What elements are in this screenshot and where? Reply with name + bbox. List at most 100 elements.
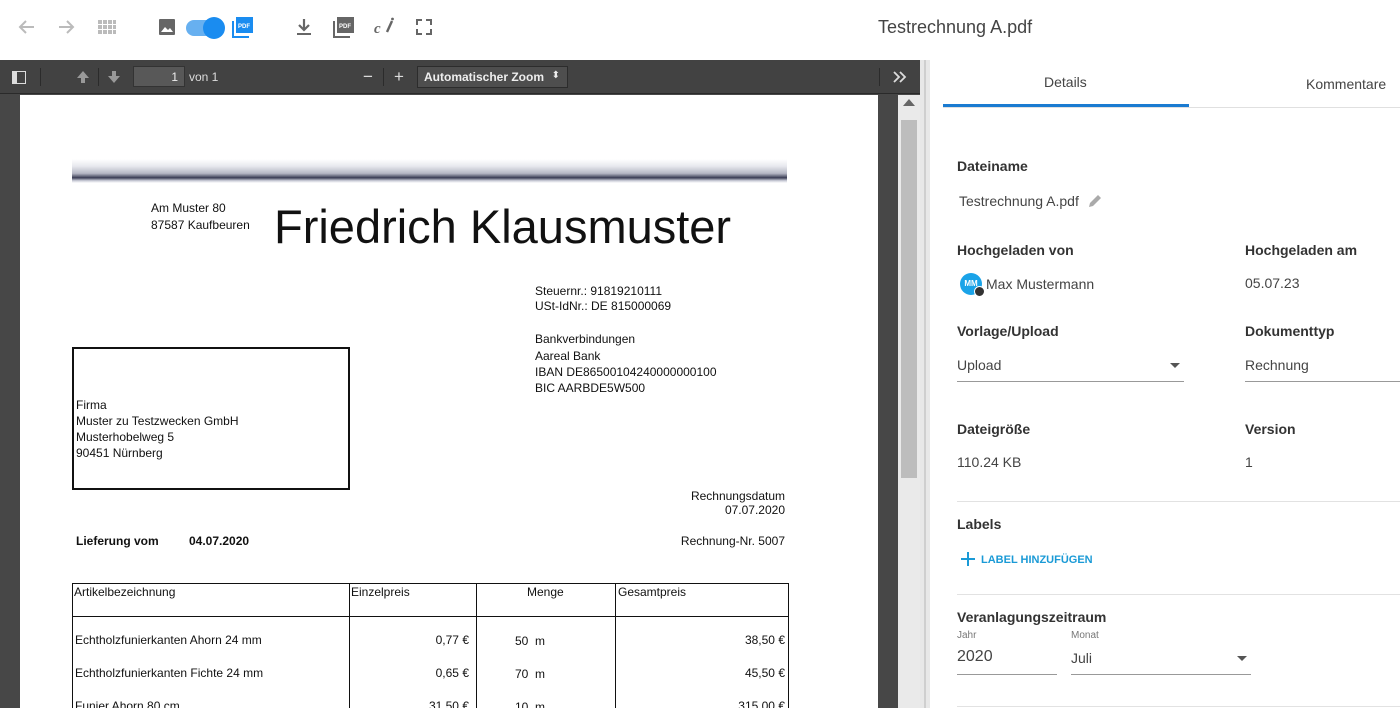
pdf-export-icon[interactable]: PDF xyxy=(331,14,357,40)
sender-name: Friedrich Klausmuster xyxy=(274,200,732,253)
page-number-input[interactable]: 1 xyxy=(133,66,185,87)
zoom-in-button[interactable]: + xyxy=(388,67,410,87)
bank-name: Aareal Bank xyxy=(535,349,601,363)
doctype-label: Dokumenttyp xyxy=(1245,323,1335,339)
table-header: Menge xyxy=(527,585,564,599)
section-divider xyxy=(957,501,1400,502)
table-column-divider xyxy=(615,584,616,708)
document-title: Testrechnung A.pdf xyxy=(878,17,1033,37)
table-cell-name: Echtholzfunierkanten Ahorn 24 mm xyxy=(75,633,262,647)
select-arrows-icon: ⬍ xyxy=(551,70,560,81)
version-label: Version xyxy=(1245,421,1296,437)
uploaded-on-label: Hochgeladen am xyxy=(1245,242,1358,258)
scroll-up-icon[interactable] xyxy=(903,99,915,106)
view-toggle-switch[interactable] xyxy=(186,17,225,39)
toolbar-divider xyxy=(98,68,99,86)
double-chevron-right-icon[interactable] xyxy=(889,67,911,87)
table-cell-qty: 50 xyxy=(515,634,529,648)
month-select-underline xyxy=(1071,674,1251,675)
top-toolbar: PDF PDF c Testrechnung A.pdf xyxy=(0,0,1400,60)
table-column-divider xyxy=(476,584,477,708)
toolbar-divider xyxy=(40,68,41,86)
table-cell-price: 0,77 € xyxy=(435,633,469,647)
size-label: Dateigröße xyxy=(957,421,1031,437)
table-column-divider xyxy=(349,584,350,708)
year-input[interactable]: 2020 xyxy=(957,648,993,666)
fullscreen-icon[interactable] xyxy=(411,14,437,40)
template-label: Vorlage/Upload xyxy=(957,323,1059,339)
zoom-select[interactable]: Automatischer Zoom ⬍ xyxy=(417,66,568,88)
add-icon[interactable] xyxy=(961,552,975,566)
edit-pencil-icon[interactable] xyxy=(1087,193,1103,209)
section-divider xyxy=(957,706,1400,707)
chevron-down-icon[interactable] xyxy=(1170,363,1180,368)
svg-text:c: c xyxy=(374,21,381,37)
table-cell-total: 45,50 € xyxy=(744,666,785,680)
arrow-forward-icon[interactable] xyxy=(53,14,79,40)
ocr-icon[interactable]: c xyxy=(371,14,397,40)
active-tab-indicator xyxy=(943,104,1189,107)
header-band xyxy=(72,159,787,183)
panel-tabs: Details Kommentare xyxy=(943,60,1400,108)
sender-city: 87587 Kaufbeuren xyxy=(151,218,250,232)
previous-page-icon[interactable] xyxy=(72,67,94,87)
scrollbar-thumb[interactable] xyxy=(901,120,917,478)
next-page-icon[interactable] xyxy=(103,67,125,87)
year-label: Jahr xyxy=(957,630,977,641)
viewer-scrollbar[interactable] xyxy=(898,95,920,708)
delivery-label: Lieferung vom xyxy=(76,534,159,548)
arrow-back-icon[interactable] xyxy=(14,14,40,40)
image-icon[interactable] xyxy=(154,14,180,40)
table-cell-total: 315,00 € xyxy=(738,699,785,708)
panel-resize-handle[interactable] xyxy=(920,60,930,708)
doctype-select[interactable]: Rechnung xyxy=(1245,357,1309,373)
svg-text:PDF: PDF xyxy=(339,24,351,30)
table-cell-unit: m xyxy=(535,667,545,681)
pdf-page: Am Muster 80 87587 Kaufbeuren Friedrich … xyxy=(20,95,878,708)
filename-value: Testrechnung A.pdf xyxy=(959,193,1079,209)
add-label-button[interactable]: LABEL HINZUFÜGEN xyxy=(981,554,1093,566)
pdf-viewer: 1 von 1 − + Automatischer Zoom ⬍ Am Must… xyxy=(0,60,920,708)
doctype-select-underline xyxy=(1245,381,1400,382)
table-cell-unit: m xyxy=(535,700,545,708)
pdf-icon[interactable]: PDF xyxy=(230,14,256,40)
invoice-date: 07.07.2020 xyxy=(724,503,785,517)
month-select[interactable]: Juli xyxy=(1071,650,1092,666)
table-cell-price: 31,50 € xyxy=(428,699,469,708)
sidebar-toggle-icon[interactable] xyxy=(8,67,30,87)
recipient-line: Muster zu Testzwecken GmbH xyxy=(76,414,239,428)
chevron-down-icon[interactable] xyxy=(1237,656,1247,661)
zoom-select-value: Automatischer Zoom xyxy=(424,70,545,84)
tax-number: Steuernr.: 91819210111 xyxy=(535,284,662,298)
apps-grid-icon[interactable] xyxy=(94,14,120,40)
download-icon[interactable] xyxy=(291,14,317,40)
month-label: Monat xyxy=(1071,630,1099,641)
table-cell-qty: 10 xyxy=(515,700,529,708)
labels-label: Labels xyxy=(957,516,1002,532)
uploaded-by-value: Max Mustermann xyxy=(986,276,1095,292)
uploaded-by-label: Hochgeladen von xyxy=(957,242,1074,258)
iban: IBAN DE86500104240000000100 xyxy=(535,365,717,379)
recipient-line: Musterhobelweg 5 xyxy=(76,430,175,444)
table-header-divider xyxy=(73,616,788,617)
template-select[interactable]: Upload xyxy=(957,357,1001,373)
zoom-out-button[interactable]: − xyxy=(357,67,379,87)
delivery-date: 04.07.2020 xyxy=(189,534,250,548)
resize-handle-line xyxy=(924,60,926,708)
period-label: Veranlagungszeitraum xyxy=(957,609,1107,625)
filename-label: Dateiname xyxy=(957,158,1028,174)
tab-details[interactable]: Details xyxy=(1044,74,1087,90)
details-panel: Details Kommentare Dateiname Testrechnun… xyxy=(930,60,1400,708)
bank-title: Bankverbindungen xyxy=(535,332,636,346)
tab-comments[interactable]: Kommentare xyxy=(1306,76,1386,92)
table-header: Artikelbezeichnung xyxy=(74,585,176,599)
table-cell-qty: 70 xyxy=(515,667,529,681)
pdf-toolbar: 1 von 1 − + Automatischer Zoom ⬍ xyxy=(0,60,920,94)
toggle-knob xyxy=(203,17,225,39)
table-cell-price: 0,65 € xyxy=(435,666,469,680)
table-cell-name: Echtholzfunierkanten Fichte 24 mm xyxy=(75,666,264,680)
template-select-underline xyxy=(957,381,1184,382)
page-count-label: von 1 xyxy=(189,70,219,84)
toolbar-divider xyxy=(879,68,880,86)
year-input-underline xyxy=(957,674,1057,675)
